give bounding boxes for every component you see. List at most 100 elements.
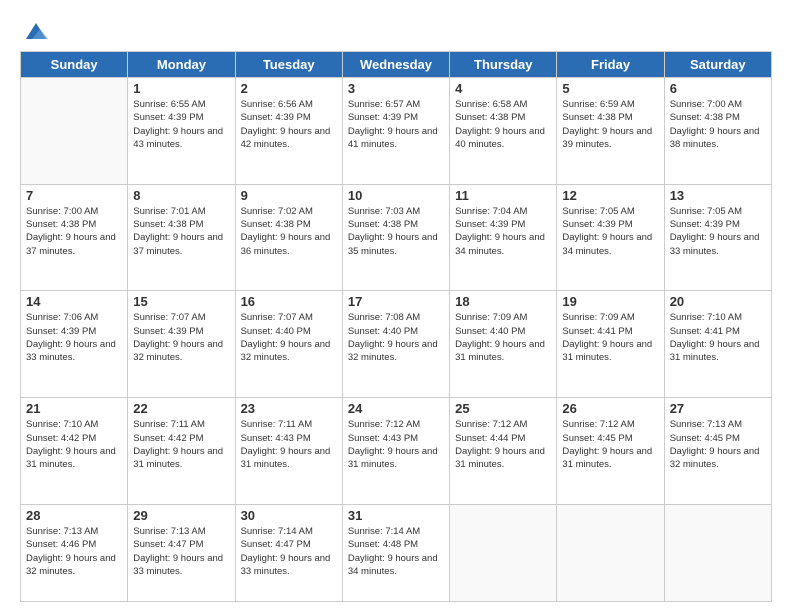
- calendar-cell: [21, 78, 128, 185]
- calendar-cell: 3Sunrise: 6:57 AMSunset: 4:39 PMDaylight…: [342, 78, 449, 185]
- day-number: 22: [133, 401, 229, 416]
- calendar-cell: 4 Sunrise: 6:58 AMSunset: 4:38 PMDaylight…: [450, 78, 557, 185]
- day-number: 15: [133, 294, 229, 309]
- weekday-header-thursday: Thursday: [450, 52, 557, 78]
- calendar-cell: 18 Sunrise: 7:09 AMSunset: 4:40 PMDayligh…: [450, 291, 557, 398]
- day-number: 9: [241, 188, 337, 203]
- weekday-header-monday: Monday: [128, 52, 235, 78]
- calendar-cell: 15 Sunrise: 7:07 AMSunset: 4:39 PMDayligh…: [128, 291, 235, 398]
- day-info: Sunrise: 7:14 AMSunset: 4:48 PMDaylight:…: [348, 525, 444, 578]
- calendar-cell: 5 Sunrise: 6:59 AMSunset: 4:38 PMDaylight…: [557, 78, 664, 185]
- day-number: 21: [26, 401, 122, 416]
- day-number: 4: [455, 81, 551, 96]
- calendar-cell: 13 Sunrise: 7:05 AMSunset: 4:39 PMDayligh…: [664, 184, 771, 291]
- day-info: Sunrise: 7:05 AMSunset: 4:39 PMDaylight:…: [562, 205, 658, 258]
- calendar-cell: 31 Sunrise: 7:14 AMSunset: 4:48 PMDayligh…: [342, 504, 449, 601]
- day-number: 17: [348, 294, 444, 309]
- day-number: 14: [26, 294, 122, 309]
- weekday-header-tuesday: Tuesday: [235, 52, 342, 78]
- weekday-header-friday: Friday: [557, 52, 664, 78]
- day-number: 18: [455, 294, 551, 309]
- day-info: Sunrise: 7:13 AMSunset: 4:45 PMDaylight:…: [670, 418, 766, 471]
- day-number: 28: [26, 508, 122, 523]
- day-number: 23: [241, 401, 337, 416]
- day-info: Sunrise: 7:12 AMSunset: 4:43 PMDaylight:…: [348, 418, 444, 471]
- calendar-cell: 1 Sunrise: 6:55 AMSunset: 4:39 PMDaylight…: [128, 78, 235, 185]
- calendar-cell: 6 Sunrise: 7:00 AMSunset: 4:38 PMDaylight…: [664, 78, 771, 185]
- day-info: Sunrise: 7:11 AMSunset: 4:42 PMDaylight:…: [133, 418, 229, 471]
- day-number: 20: [670, 294, 766, 309]
- calendar-cell: [450, 504, 557, 601]
- day-number: 2: [241, 81, 337, 96]
- day-number: 7: [26, 188, 122, 203]
- calendar-cell: 30 Sunrise: 7:14 AMSunset: 4:47 PMDayligh…: [235, 504, 342, 601]
- day-info: Sunrise: 6:56 AMSunset: 4:39 PMDaylight:…: [241, 98, 337, 151]
- header: [20, 15, 772, 43]
- calendar-cell: 17Sunrise: 7:08 AMSunset: 4:40 PMDayligh…: [342, 291, 449, 398]
- calendar-cell: 19 Sunrise: 7:09 AMSunset: 4:41 PMDayligh…: [557, 291, 664, 398]
- day-info: Sunrise: 7:09 AMSunset: 4:40 PMDaylight:…: [455, 311, 551, 364]
- day-info: Sunrise: 6:58 AMSunset: 4:38 PMDaylight:…: [455, 98, 551, 151]
- calendar-cell: 27Sunrise: 7:13 AMSunset: 4:45 PMDayligh…: [664, 398, 771, 505]
- day-info: Sunrise: 7:02 AMSunset: 4:38 PMDaylight:…: [241, 205, 337, 258]
- weekday-header-saturday: Saturday: [664, 52, 771, 78]
- day-info: Sunrise: 7:12 AMSunset: 4:45 PMDaylight:…: [562, 418, 658, 471]
- day-info: Sunrise: 7:06 AMSunset: 4:39 PMDaylight:…: [26, 311, 122, 364]
- calendar-cell: 2 Sunrise: 6:56 AMSunset: 4:39 PMDaylight…: [235, 78, 342, 185]
- page: SundayMondayTuesdayWednesdayThursdayFrid…: [0, 0, 792, 612]
- day-info: Sunrise: 7:12 AMSunset: 4:44 PMDaylight:…: [455, 418, 551, 471]
- day-info: Sunrise: 7:01 AMSunset: 4:38 PMDaylight:…: [133, 205, 229, 258]
- day-number: 11: [455, 188, 551, 203]
- day-info: Sunrise: 7:04 AMSunset: 4:39 PMDaylight:…: [455, 205, 551, 258]
- calendar-cell: 9 Sunrise: 7:02 AMSunset: 4:38 PMDaylight…: [235, 184, 342, 291]
- day-number: 30: [241, 508, 337, 523]
- day-number: 25: [455, 401, 551, 416]
- calendar-cell: 14 Sunrise: 7:06 AMSunset: 4:39 PMDayligh…: [21, 291, 128, 398]
- weekday-header-sunday: Sunday: [21, 52, 128, 78]
- day-info: Sunrise: 7:09 AMSunset: 4:41 PMDaylight:…: [562, 311, 658, 364]
- calendar-cell: [664, 504, 771, 601]
- calendar-table: SundayMondayTuesdayWednesdayThursdayFrid…: [20, 51, 772, 602]
- week-row-0: 1 Sunrise: 6:55 AMSunset: 4:39 PMDaylight…: [21, 78, 772, 185]
- logo: [20, 15, 50, 43]
- calendar-cell: 24 Sunrise: 7:12 AMSunset: 4:43 PMDayligh…: [342, 398, 449, 505]
- day-number: 5: [562, 81, 658, 96]
- day-number: 12: [562, 188, 658, 203]
- day-info: Sunrise: 7:07 AMSunset: 4:40 PMDaylight:…: [241, 311, 337, 364]
- calendar-cell: 8 Sunrise: 7:01 AMSunset: 4:38 PMDaylight…: [128, 184, 235, 291]
- calendar-cell: 28 Sunrise: 7:13 AMSunset: 4:46 PMDayligh…: [21, 504, 128, 601]
- day-info: Sunrise: 7:07 AMSunset: 4:39 PMDaylight:…: [133, 311, 229, 364]
- day-info: Sunrise: 6:55 AMSunset: 4:39 PMDaylight:…: [133, 98, 229, 151]
- day-info: Sunrise: 7:14 AMSunset: 4:47 PMDaylight:…: [241, 525, 337, 578]
- calendar-cell: 22 Sunrise: 7:11 AMSunset: 4:42 PMDayligh…: [128, 398, 235, 505]
- week-row-1: 7Sunrise: 7:00 AMSunset: 4:38 PMDaylight…: [21, 184, 772, 291]
- calendar-cell: 20 Sunrise: 7:10 AMSunset: 4:41 PMDayligh…: [664, 291, 771, 398]
- day-info: Sunrise: 6:59 AMSunset: 4:38 PMDaylight:…: [562, 98, 658, 151]
- day-number: 13: [670, 188, 766, 203]
- weekday-header-wednesday: Wednesday: [342, 52, 449, 78]
- week-row-4: 28 Sunrise: 7:13 AMSunset: 4:46 PMDayligh…: [21, 504, 772, 601]
- day-number: 8: [133, 188, 229, 203]
- calendar-cell: 21Sunrise: 7:10 AMSunset: 4:42 PMDayligh…: [21, 398, 128, 505]
- day-number: 19: [562, 294, 658, 309]
- day-info: Sunrise: 7:03 AMSunset: 4:38 PMDaylight:…: [348, 205, 444, 258]
- day-number: 31: [348, 508, 444, 523]
- day-info: Sunrise: 7:10 AMSunset: 4:41 PMDaylight:…: [670, 311, 766, 364]
- calendar-cell: [557, 504, 664, 601]
- day-info: Sunrise: 7:00 AMSunset: 4:38 PMDaylight:…: [670, 98, 766, 151]
- day-info: Sunrise: 7:13 AMSunset: 4:47 PMDaylight:…: [133, 525, 229, 578]
- calendar-cell: 25 Sunrise: 7:12 AMSunset: 4:44 PMDayligh…: [450, 398, 557, 505]
- calendar-cell: 10Sunrise: 7:03 AMSunset: 4:38 PMDayligh…: [342, 184, 449, 291]
- calendar-cell: 26Sunrise: 7:12 AMSunset: 4:45 PMDayligh…: [557, 398, 664, 505]
- day-info: Sunrise: 7:05 AMSunset: 4:39 PMDaylight:…: [670, 205, 766, 258]
- day-number: 1: [133, 81, 229, 96]
- day-info: Sunrise: 7:13 AMSunset: 4:46 PMDaylight:…: [26, 525, 122, 578]
- day-number: 6: [670, 81, 766, 96]
- day-number: 24: [348, 401, 444, 416]
- day-number: 16: [241, 294, 337, 309]
- calendar-cell: 12 Sunrise: 7:05 AMSunset: 4:39 PMDayligh…: [557, 184, 664, 291]
- calendar-cell: 29Sunrise: 7:13 AMSunset: 4:47 PMDayligh…: [128, 504, 235, 601]
- week-row-2: 14 Sunrise: 7:06 AMSunset: 4:39 PMDayligh…: [21, 291, 772, 398]
- day-number: 3: [348, 81, 444, 96]
- calendar-cell: 23Sunrise: 7:11 AMSunset: 4:43 PMDayligh…: [235, 398, 342, 505]
